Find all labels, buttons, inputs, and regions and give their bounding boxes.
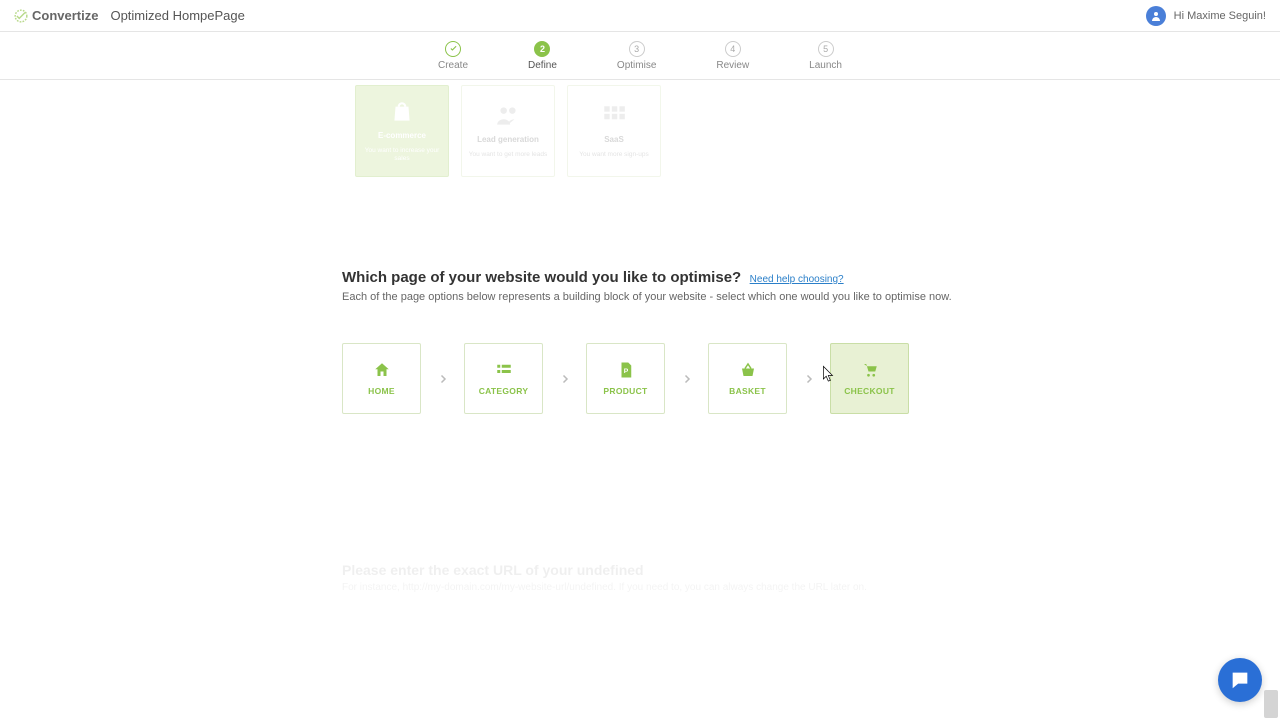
top-bar: Convertize Optimized HompePage Hi Maxime…	[0, 0, 1280, 32]
question-heading: Which page of your website would you lik…	[342, 269, 741, 286]
brand[interactable]: Convertize	[14, 8, 98, 23]
stepper: Create 2 Define 3 Optimise 4 Review 5 La…	[0, 32, 1280, 80]
svg-text:P: P	[623, 368, 628, 375]
page-card-category[interactable]: CATEGORY	[464, 343, 543, 414]
page-card-product[interactable]: P PRODUCT	[586, 343, 665, 414]
page-card-label: HOME	[368, 386, 395, 396]
page-card-label: CATEGORY	[479, 386, 529, 396]
people-icon	[495, 103, 521, 129]
goal-card-saas[interactable]: SaaS You want more sign-ups	[567, 85, 661, 177]
content: E-commerce You want to increase your sal…	[0, 85, 1280, 593]
chevron-right-icon	[421, 373, 464, 385]
step-number: 2	[534, 41, 550, 57]
grid-icon	[601, 103, 627, 129]
home-icon	[373, 362, 391, 378]
step-label: Define	[528, 60, 557, 71]
cart-icon	[861, 362, 879, 378]
page-card-label: CHECKOUT	[844, 386, 895, 396]
goal-title: Lead generation	[477, 135, 539, 145]
step-number: 5	[818, 41, 834, 57]
step-review[interactable]: 4 Review	[716, 41, 749, 71]
user-greeting: Hi Maxime Seguin!	[1174, 10, 1266, 22]
page-card-basket[interactable]: BASKET	[708, 343, 787, 414]
goal-card-lead[interactable]: Lead generation You want to get more lea…	[461, 85, 555, 177]
top-bar-left: Convertize Optimized HompePage	[14, 8, 245, 23]
goal-title: SaaS	[604, 135, 624, 145]
basket-icon	[739, 362, 757, 378]
question-subtext: Each of the page options below represent…	[342, 291, 1280, 303]
page-card-label: PRODUCT	[603, 386, 647, 396]
chevron-right-icon	[543, 373, 586, 385]
url-section: Please enter the exact URL of your undef…	[342, 562, 1280, 593]
step-create[interactable]: Create	[438, 41, 468, 71]
brand-icon	[14, 9, 28, 23]
page-card-label: BASKET	[729, 386, 766, 396]
scrollbar-thumb[interactable]	[1264, 690, 1278, 718]
top-bar-right: Hi Maxime Seguin!	[1146, 6, 1266, 26]
page-title: Optimized HompePage	[110, 8, 244, 23]
page-card-home[interactable]: HOME	[342, 343, 421, 414]
list-icon	[495, 362, 513, 378]
goal-title: E-commerce	[378, 131, 426, 141]
brand-name: Convertize	[32, 8, 98, 23]
help-link[interactable]: Need help choosing?	[750, 274, 844, 285]
question-section: Which page of your website would you lik…	[342, 269, 1280, 303]
step-label: Review	[716, 60, 749, 71]
step-define[interactable]: 2 Define	[528, 41, 557, 71]
chevron-right-icon	[665, 373, 708, 385]
goal-sub: You want to get more leads	[469, 151, 548, 159]
goal-card-ecommerce[interactable]: E-commerce You want to increase your sal…	[355, 85, 449, 177]
step-number: 4	[725, 41, 741, 57]
avatar[interactable]	[1146, 6, 1166, 26]
goal-sub: You want to increase your sales	[362, 147, 442, 163]
url-title: Please enter the exact URL of your undef…	[342, 562, 1280, 578]
url-subtext: For instance, http://my-domain.com/my-we…	[342, 582, 1280, 593]
chat-button[interactable]	[1218, 658, 1262, 702]
bag-icon	[389, 99, 415, 125]
step-label: Launch	[809, 60, 842, 71]
step-number: 3	[629, 41, 645, 57]
step-label: Optimise	[617, 60, 656, 71]
step-optimise[interactable]: 3 Optimise	[617, 41, 656, 71]
step-label: Create	[438, 60, 468, 71]
step-circle-icon	[445, 41, 461, 57]
goal-sub: You want more sign-ups	[579, 151, 649, 159]
goal-cards: E-commerce You want to increase your sal…	[355, 85, 1280, 177]
step-launch[interactable]: 5 Launch	[809, 41, 842, 71]
chevron-right-icon	[787, 373, 830, 385]
file-icon: P	[617, 362, 635, 378]
page-card-checkout[interactable]: CHECKOUT	[830, 343, 909, 414]
page-flow: HOME CATEGORY P PRODUCT BASKET	[342, 343, 1280, 414]
